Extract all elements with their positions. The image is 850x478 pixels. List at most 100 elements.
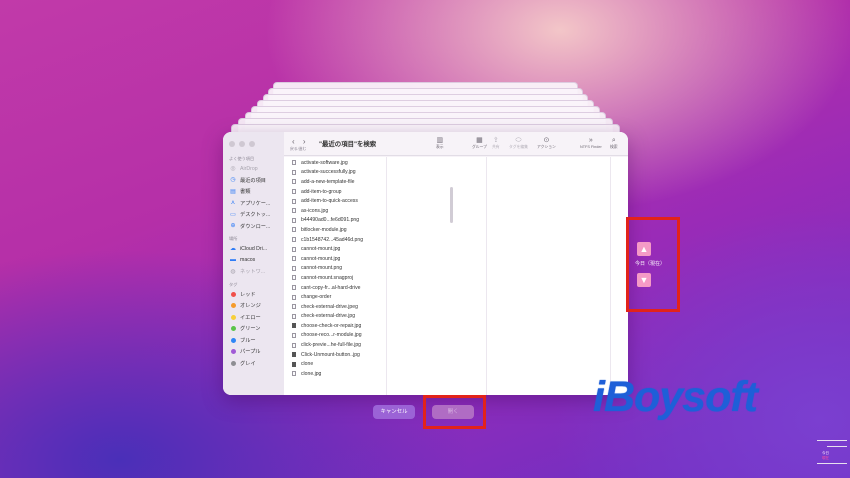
sidebar-item-label: デスクトッ... (240, 212, 271, 219)
timeline-tick (827, 446, 847, 447)
file-name: check-external-drive.jpeg (301, 303, 358, 310)
zoom-window-button[interactable] (249, 141, 255, 147)
group-icon: ▦ (476, 137, 483, 144)
file-name: cannot-mount.png (301, 265, 343, 272)
file-list-item[interactable]: b44490ad0...fe6d091.png (284, 216, 386, 226)
file-name: clone.jpg (301, 370, 322, 377)
file-list-item[interactable]: clone.jpg (284, 369, 386, 379)
sidebar-tag[interactable]: グレイ (223, 358, 284, 370)
column-view: activate-software.jpg activate-successful… (284, 157, 628, 395)
toolbar-tag-button[interactable]: ⬭ タグを編集 (509, 136, 528, 150)
file-name: add-item-to-group (301, 188, 342, 195)
file-list-item[interactable]: activate-successfully.jpg (284, 168, 386, 178)
file-icon (292, 304, 296, 310)
file-list-item[interactable]: bitlocker-module.jpg (284, 225, 386, 235)
file-name: c1b1548742...45ad46d.png (301, 236, 364, 243)
toolbar-action-button[interactable]: ⊙ アクション (537, 136, 556, 150)
file-list-item[interactable]: clone (284, 359, 386, 369)
sidebar-section-locations: 場所 (229, 236, 238, 241)
view-options-icon: ▥ (436, 137, 444, 144)
back-forward-buttons[interactable]: ‹ › 戻る/進む (290, 137, 306, 151)
file-list-item[interactable]: check-external-drive.jpeg (284, 302, 386, 312)
toolbar-label: 共有 (492, 145, 500, 149)
downloads-icon: ⊕ (230, 223, 236, 230)
icloud-icon: ☁ (230, 245, 236, 252)
file-list-item[interactable]: choose-check-or-repair.jpg (284, 321, 386, 331)
file-name: cannot-mount.snagproj (301, 274, 354, 281)
cancel-button[interactable]: キャンセル (373, 405, 415, 419)
file-icon (292, 189, 296, 195)
file-icon (292, 208, 296, 214)
file-list-item[interactable]: cannot-mount.jpg (284, 244, 386, 254)
action-icon: ⊙ (543, 137, 550, 144)
sidebar-item-network[interactable]: ◍ ネットワ... (223, 266, 284, 278)
desktop-icon: ▭ (230, 211, 236, 218)
file-icon (292, 179, 296, 185)
file-column: activate-software.jpg activate-successful… (284, 157, 387, 395)
file-list-item[interactable]: as-icons.jpg (284, 206, 386, 216)
sidebar-tag[interactable]: レッド (223, 289, 284, 301)
empty-column (488, 157, 611, 395)
down-arrow-button[interactable]: ▼ (637, 273, 651, 287)
sidebar-tag[interactable]: オレンジ (223, 300, 284, 312)
sidebar-item-icloud[interactable]: ☁ iCloud Dri... (223, 243, 284, 255)
file-list-item[interactable]: add-item-to-group (284, 187, 386, 197)
file-list-item[interactable]: cannot-mount.jpg (284, 254, 386, 264)
file-name: activate-software.jpg (301, 159, 348, 166)
file-list-item[interactable]: Click-Unmount-button..jpg (284, 350, 386, 360)
sidebar-item-label: アプリケー... (240, 200, 271, 207)
sidebar-item-desktop[interactable]: ▭ デスクトッ... (223, 209, 284, 221)
sidebar-item-documents[interactable]: ▤ 書類 (223, 186, 284, 198)
toolbar-share-button[interactable]: ⇪ 共有 (492, 136, 500, 150)
disk-icon: ▬ (230, 257, 236, 264)
file-list-item[interactable]: activate-software.jpg (284, 158, 386, 168)
back-icon[interactable]: ‹ (292, 137, 295, 146)
timeline-label-now[interactable]: 現在 (822, 456, 829, 461)
sidebar-item-applications[interactable]: ⋏ アプリケー... (223, 198, 284, 210)
file-list-item[interactable]: cant-copy-fr...al-hard-drive (284, 283, 386, 293)
sidebar-tag[interactable]: ブルー (223, 335, 284, 347)
documents-icon: ▤ (230, 188, 236, 195)
sidebar-tag[interactable]: パープル (223, 346, 284, 358)
file-icon (292, 371, 296, 377)
up-arrow-button[interactable]: ▲ (637, 242, 651, 256)
airdrop-icon: ◎ (230, 165, 236, 172)
file-list-item[interactable]: add-item-to-quick-access (284, 196, 386, 206)
sidebar-item-disk[interactable]: ▬ macos (223, 255, 284, 267)
sidebar-item-downloads[interactable]: ⊕ ダウンロー... (223, 221, 284, 233)
sidebar-item-airdrop[interactable]: ◎ AirDrop (223, 163, 284, 175)
file-icon (292, 169, 296, 175)
file-list-item[interactable]: cannot-mount.png (284, 264, 386, 274)
sidebar-item-recents[interactable]: ◷ 最近の項目 (223, 175, 284, 187)
window-title: "最近の項目"を検索 (319, 141, 377, 148)
toolbar-label: 表示 (436, 145, 444, 149)
toolbar-view-options-button[interactable]: ▥ 表示 (436, 136, 444, 150)
tag-color-dot-icon (231, 360, 236, 366)
file-name: Click-Unmount-button..jpg (301, 351, 360, 358)
toolbar-search-button[interactable]: ⌕ 検索 (610, 136, 618, 150)
sidebar-tag-label: イエロー (240, 314, 261, 321)
snapshot-date-label: 今日（現在） (635, 261, 666, 267)
file-list-item[interactable]: cannot-mount.snagproj (284, 273, 386, 283)
sidebar-tag[interactable]: グリーン (223, 323, 284, 335)
close-window-button[interactable] (229, 141, 235, 147)
sidebar-tag-label: オレンジ (240, 303, 261, 310)
file-list-item[interactable]: click-previe...he-full-file.jpg (284, 340, 386, 350)
toolbar-group-button[interactable]: ▦ グループ (472, 136, 487, 150)
toolbar-ntfs-finder-button[interactable]: » NTFS Finder (580, 136, 602, 149)
file-name: activate-successfully.jpg (301, 169, 356, 176)
empty-column (391, 157, 487, 395)
file-icon (292, 227, 296, 233)
file-list-item[interactable]: choose-reco...r-module.jpg (284, 331, 386, 341)
toolbar-label: NTFS Finder (580, 145, 602, 149)
file-list-item[interactable]: change-order (284, 292, 386, 302)
forward-icon[interactable]: › (303, 137, 306, 146)
file-name: b44490ad0...fe6d091.png (301, 217, 360, 224)
file-list-item[interactable]: add-a-new-template-file (284, 177, 386, 187)
file-list-item[interactable]: check-external-drive.jpg (284, 312, 386, 322)
sidebar-section-tags: タグ (229, 281, 238, 287)
minimize-window-button[interactable] (239, 141, 245, 147)
file-icon (292, 265, 296, 271)
file-list-item[interactable]: c1b1548742...45ad46d.png (284, 235, 386, 245)
sidebar-tag[interactable]: イエロー (223, 312, 284, 324)
